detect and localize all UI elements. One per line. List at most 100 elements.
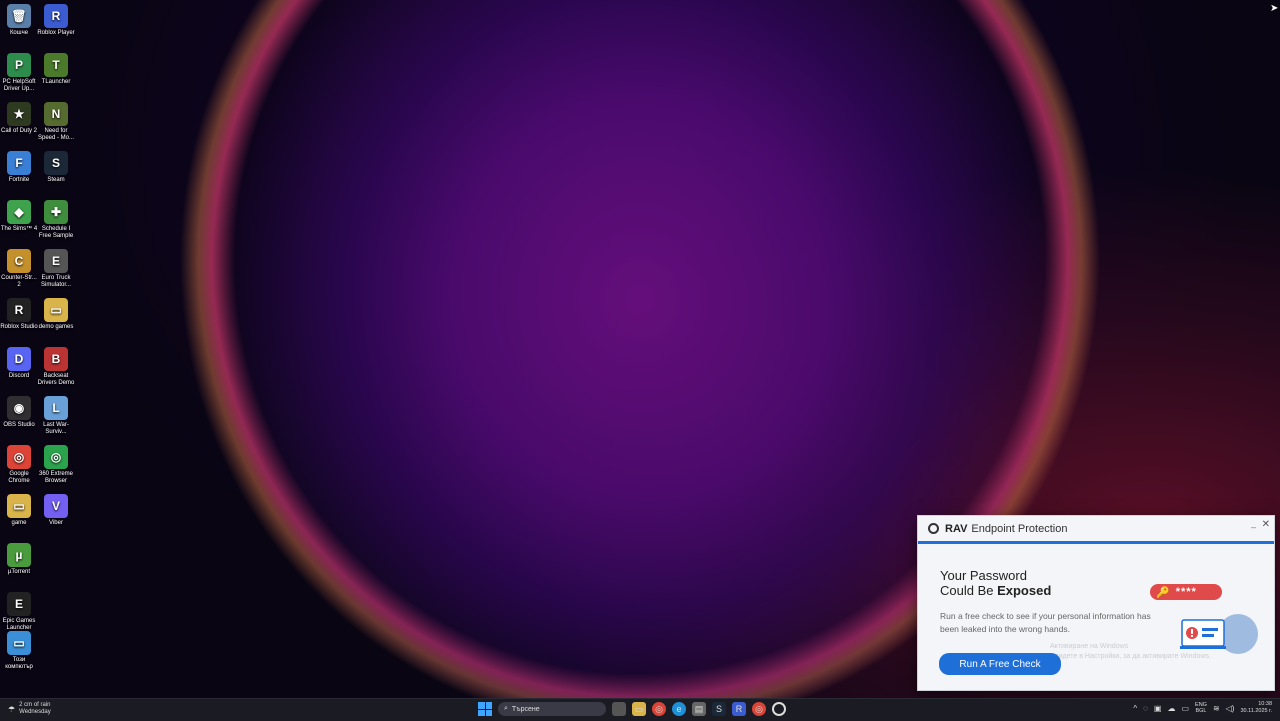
desktop-icon[interactable]: ▭ demo games xyxy=(37,298,75,331)
app-icon: S xyxy=(44,151,68,175)
desktop-icon-label: OBS Studio xyxy=(3,422,35,428)
desktop-icon[interactable]: ★ Call of Duty 2 xyxy=(0,102,38,135)
desktop-icon-label: Need for Speed - Mo... xyxy=(37,128,75,141)
popup-brand: RAV xyxy=(945,522,968,535)
weather-widget[interactable]: ☂ 2 cm of rain Wednesday xyxy=(8,702,51,716)
taskbar-search[interactable]: ⌕ Търсене xyxy=(498,702,606,716)
desktop-icon[interactable]: ◆ The Sims™ 4 xyxy=(0,200,38,233)
desktop-icon[interactable]: L Last War-Surviv... xyxy=(37,396,75,436)
desktop-icon-label: game xyxy=(11,520,27,526)
desktop-icon-label: demo games xyxy=(38,324,74,330)
app-icon: N xyxy=(44,102,68,126)
clock-date: 30.11.2025 г. xyxy=(1240,708,1272,714)
mouse-cursor-icon: ➤ xyxy=(1270,3,1279,14)
desktop-icon[interactable]: µ µTorrent xyxy=(0,543,38,576)
app-icon: ◆ xyxy=(7,200,31,224)
desktop-icon-label: 360 Extreme Browser xyxy=(38,471,74,484)
desktop-icon[interactable]: P PC HelpSoft Driver Up... xyxy=(0,53,38,93)
app-icon: ◎ xyxy=(7,445,31,469)
run-free-check-button[interactable]: Run A Free Check xyxy=(939,653,1061,675)
password-pill: 🔑 **** xyxy=(1150,584,1222,600)
volume-icon[interactable]: ◁) xyxy=(1226,704,1235,713)
network-activity-icon[interactable]: ▣ xyxy=(1154,704,1162,713)
desktop-icon-label: Roblox Player xyxy=(37,30,75,36)
app-icon: C xyxy=(7,249,31,273)
desktop-icon-label: Viber xyxy=(49,520,63,526)
desktop-icon[interactable]: B Backseat Drivers Demo xyxy=(37,347,75,387)
desktop-icon-label: Last War-Surviv... xyxy=(43,422,69,435)
desktop-icon[interactable]: ✚ Schedule I Free Sample xyxy=(37,200,75,240)
app-icon: ▭ xyxy=(7,494,31,518)
key-icon: 🔑 xyxy=(1156,586,1170,599)
clock[interactable]: 10:38 30.11.2025 г. xyxy=(1240,701,1272,715)
desktop-icon[interactable]: ◎ 360 Extreme Browser xyxy=(37,445,75,485)
close-icon[interactable]: ✕ xyxy=(1262,519,1270,530)
chrome-profile-icon[interactable]: ◎ xyxy=(752,702,766,716)
app-icon: 🗑 xyxy=(7,4,31,28)
desktop-icon-label: PC HelpSoft Driver Up... xyxy=(2,79,36,92)
desktop-icon-label: Schedule I Free Sample xyxy=(38,226,74,239)
app-icon: ◎ xyxy=(44,445,68,469)
weather-line2: Wednesday xyxy=(19,709,51,715)
desktop-icon[interactable]: 🗑 Кошче xyxy=(0,4,38,37)
search-placeholder: Търсене xyxy=(511,705,540,713)
desktop-icon-label: Backseat Drivers Demo xyxy=(37,373,75,386)
app-icon: D xyxy=(7,347,31,371)
desktop-icon-label: Кошче xyxy=(9,30,29,36)
desktop-icon[interactable]: ▭ game xyxy=(0,494,38,527)
desktop-icon-label: Euro Truck Simulator... xyxy=(40,275,71,288)
app-icon: ▭ xyxy=(44,298,68,322)
desktop-icon[interactable]: E Epic Games Launcher xyxy=(0,592,38,632)
desktop-icon[interactable]: T TLauncher xyxy=(37,53,75,86)
weather-text: 2 cm of rain Wednesday xyxy=(19,702,51,716)
popup-product-name: Endpoint Protection xyxy=(971,522,1068,535)
desktop-icon[interactable]: D Discord xyxy=(0,347,38,380)
desktop-icon[interactable]: R Roblox Studio xyxy=(0,298,38,331)
rav-tray-app-icon[interactable] xyxy=(772,702,786,716)
desktop-icon-label: Google Chrome xyxy=(8,471,30,484)
desktop-icon[interactable]: ▭ Този компютър xyxy=(0,631,38,671)
chevron-up-icon[interactable]: ^ xyxy=(1133,704,1137,713)
app-icon: F xyxy=(7,151,31,175)
desktop-icon-label: µTorrent xyxy=(7,569,31,575)
masked-password: **** xyxy=(1175,586,1197,598)
minimize-icon[interactable]: – xyxy=(1251,522,1256,532)
app-icon: µ xyxy=(7,543,31,567)
desktop-icon-label: Epic Games Launcher xyxy=(2,618,36,631)
rav-logo-icon xyxy=(928,523,939,534)
app-icon: T xyxy=(44,53,68,77)
rav-tray-icon[interactable]: ◌ xyxy=(1143,704,1148,713)
storage-icon[interactable]: ▭ xyxy=(1181,704,1189,713)
app-icon: B xyxy=(44,347,68,371)
popup-header: RAV Endpoint Protection xyxy=(918,516,1274,544)
desktop-icon[interactable]: F Fortnite xyxy=(0,151,38,184)
app-icon: ★ xyxy=(7,102,31,126)
popup-title-prefix: Could Be xyxy=(940,583,998,598)
desktop-icon-label: TLauncher xyxy=(41,79,71,85)
onedrive-icon[interactable]: ☁ xyxy=(1167,704,1175,713)
desktop-icon[interactable]: E Euro Truck Simulator... xyxy=(37,249,75,289)
app-icon: ▭ xyxy=(7,631,31,655)
taskbar-center: ⌕ Търсене ▭ ◎ e ▤ S R ◎ xyxy=(478,702,786,716)
language-indicator[interactable]: ENG BGL xyxy=(1195,702,1207,714)
desktop-icon[interactable]: N Need for Speed - Mo... xyxy=(37,102,75,142)
app-icon: ◉ xyxy=(7,396,31,420)
desktop-icon[interactable]: C Counter-Str... 2 xyxy=(0,249,38,289)
desktop-icon[interactable]: ◉ OBS Studio xyxy=(0,396,38,429)
clock-time: 10:38 xyxy=(1258,701,1272,707)
file-explorer-icon[interactable]: ▭ xyxy=(632,702,646,716)
start-button[interactable] xyxy=(478,702,492,716)
desktop-icon[interactable]: ◎ Google Chrome xyxy=(0,445,38,485)
roblox-icon[interactable]: R xyxy=(732,702,746,716)
chrome-icon[interactable]: ◎ xyxy=(652,702,666,716)
task-view-icon[interactable] xyxy=(612,702,626,716)
wifi-icon[interactable]: ≋ xyxy=(1213,704,1220,713)
store-icon[interactable]: ▤ xyxy=(692,702,706,716)
desktop-icon[interactable]: R Roblox Player xyxy=(37,4,75,37)
desktop-icon[interactable]: V Viber xyxy=(37,494,75,527)
steam-icon[interactable]: S xyxy=(712,702,726,716)
desktop-icon[interactable]: S Steam xyxy=(37,151,75,184)
app-icon: R xyxy=(7,298,31,322)
edge-icon[interactable]: e xyxy=(672,702,686,716)
app-icon: V xyxy=(44,494,68,518)
